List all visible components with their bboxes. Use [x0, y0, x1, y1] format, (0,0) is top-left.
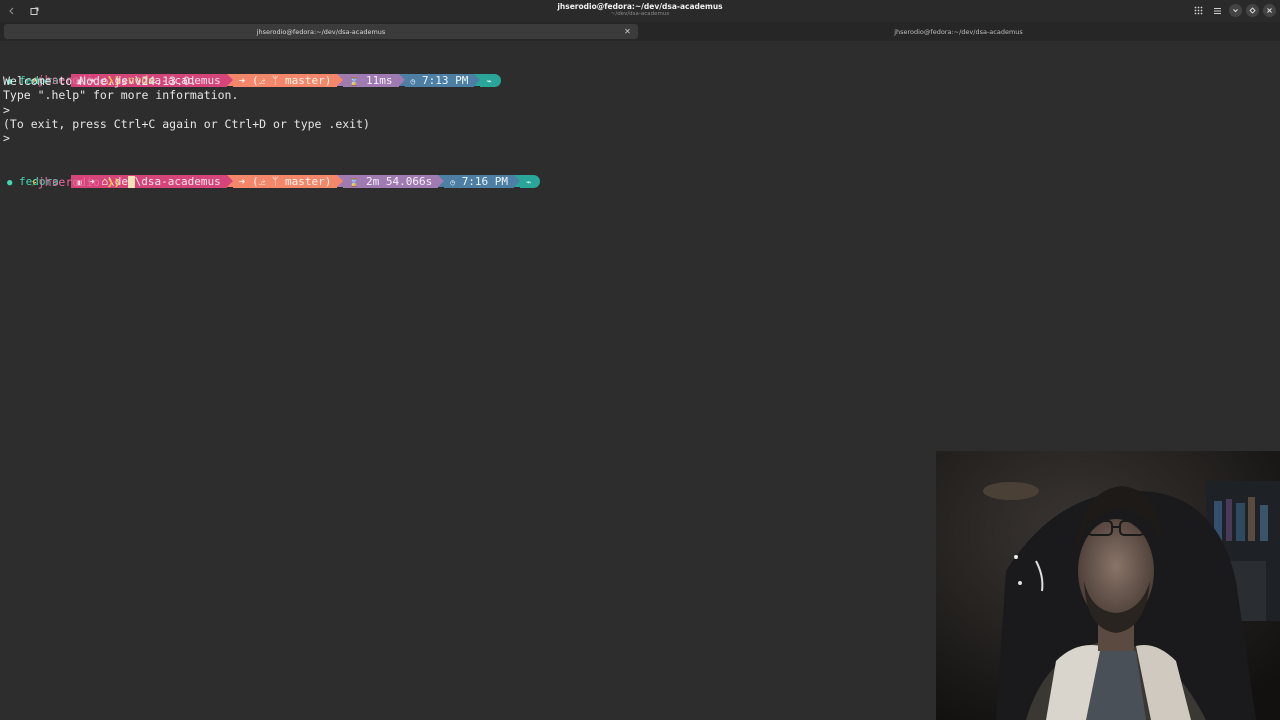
maximize-icon[interactable] — [1246, 4, 1259, 17]
prompt-line: ● fedora ■ ➔ ⌂\dev\dsa-academus ➔ (⎇ ᛘ m… — [3, 146, 541, 188]
output-line: Type ".help" for more information. — [3, 88, 239, 102]
duration-label: 2m 54.066s — [366, 174, 433, 188]
close-icon[interactable] — [1263, 4, 1276, 17]
username: jhserodio — [37, 175, 100, 189]
window-subtitle: ~/dev/dsa-academus — [610, 11, 670, 17]
time-segment: ◷ 7:13 PM — [404, 73, 475, 87]
status-segment: ⌁ — [520, 174, 541, 188]
tab-terminal-1[interactable]: jhserodio@fedora:~/dev/dsa-academus ✕ — [4, 24, 638, 39]
duration-label: 11ms — [366, 73, 393, 87]
pulse-icon: ⌁ — [526, 177, 532, 188]
window-title: jhserodio@fedora:~/dev/dsa-academus — [557, 2, 723, 11]
header-right-controls — [1191, 3, 1276, 18]
grid-icon[interactable] — [1191, 3, 1206, 18]
duration-segment: ⌛ 2m 54.066s — [343, 174, 439, 188]
user-command-line: ⚡jhserodio ❯❯ — [3, 161, 135, 189]
output-line: Welcome to Node.js v24.13.0. — [3, 74, 197, 88]
hourglass-icon: ⌛ — [349, 76, 360, 86]
git-segment: ➔ (⎇ ᛘ master) — [232, 73, 338, 87]
webcam-video-frame — [936, 451, 1280, 720]
clock-icon: ◷ — [450, 177, 456, 187]
git-label: (⎇ ᛘ master) — [251, 73, 332, 87]
output-line: > — [3, 131, 10, 145]
time-label: 7:16 PM — [461, 174, 509, 188]
user-command-line: ⚡jhserodio ❯❯ node — [3, 59, 156, 87]
webcam-overlay — [936, 451, 1280, 720]
tab-label: jhserodio@fedora:~/dev/dsa-academus — [894, 27, 1023, 36]
tab-terminal-2[interactable]: jhserodio@fedora:~/dev/dsa-academus — [641, 24, 1276, 39]
status-segment: ⌁ — [480, 73, 501, 87]
prompt-line: ● fedora ■ ➔ ⌂\dev\dsa-academus ➔ (⎇ ᛘ m… — [3, 45, 501, 87]
hourglass-icon: ⌛ — [349, 177, 360, 187]
output-line: > — [3, 103, 10, 117]
duration-segment: ⌛ 11ms — [343, 73, 399, 87]
tab-bar: jhserodio@fedora:~/dev/dsa-academus ✕ jh… — [0, 22, 1280, 41]
output-line: (To exit, press Ctrl+C again or Ctrl+D o… — [3, 117, 370, 131]
menu-icon[interactable] — [1210, 3, 1225, 18]
tab-close-icon[interactable]: ✕ — [621, 25, 634, 38]
time-label: 7:13 PM — [421, 73, 469, 87]
tab-label: jhserodio@fedora:~/dev/dsa-academus — [256, 27, 386, 36]
lightning-icon: ⚡ — [30, 175, 38, 189]
time-segment: ◷ 7:16 PM — [444, 174, 515, 188]
clock-icon: ◷ — [410, 76, 416, 86]
git-segment: ➔ (⎇ ᛘ master) — [232, 174, 338, 188]
git-label: (⎇ ᛘ master) — [251, 174, 332, 188]
minimize-icon[interactable] — [1229, 4, 1242, 17]
prompt-chevron-icon: ❯❯ — [106, 175, 121, 189]
terminal-cursor[interactable] — [127, 176, 135, 188]
header-bar: jhserodio@fedora:~/dev/dsa-academus ~/de… — [0, 0, 1280, 22]
pulse-icon: ⌁ — [486, 76, 492, 87]
